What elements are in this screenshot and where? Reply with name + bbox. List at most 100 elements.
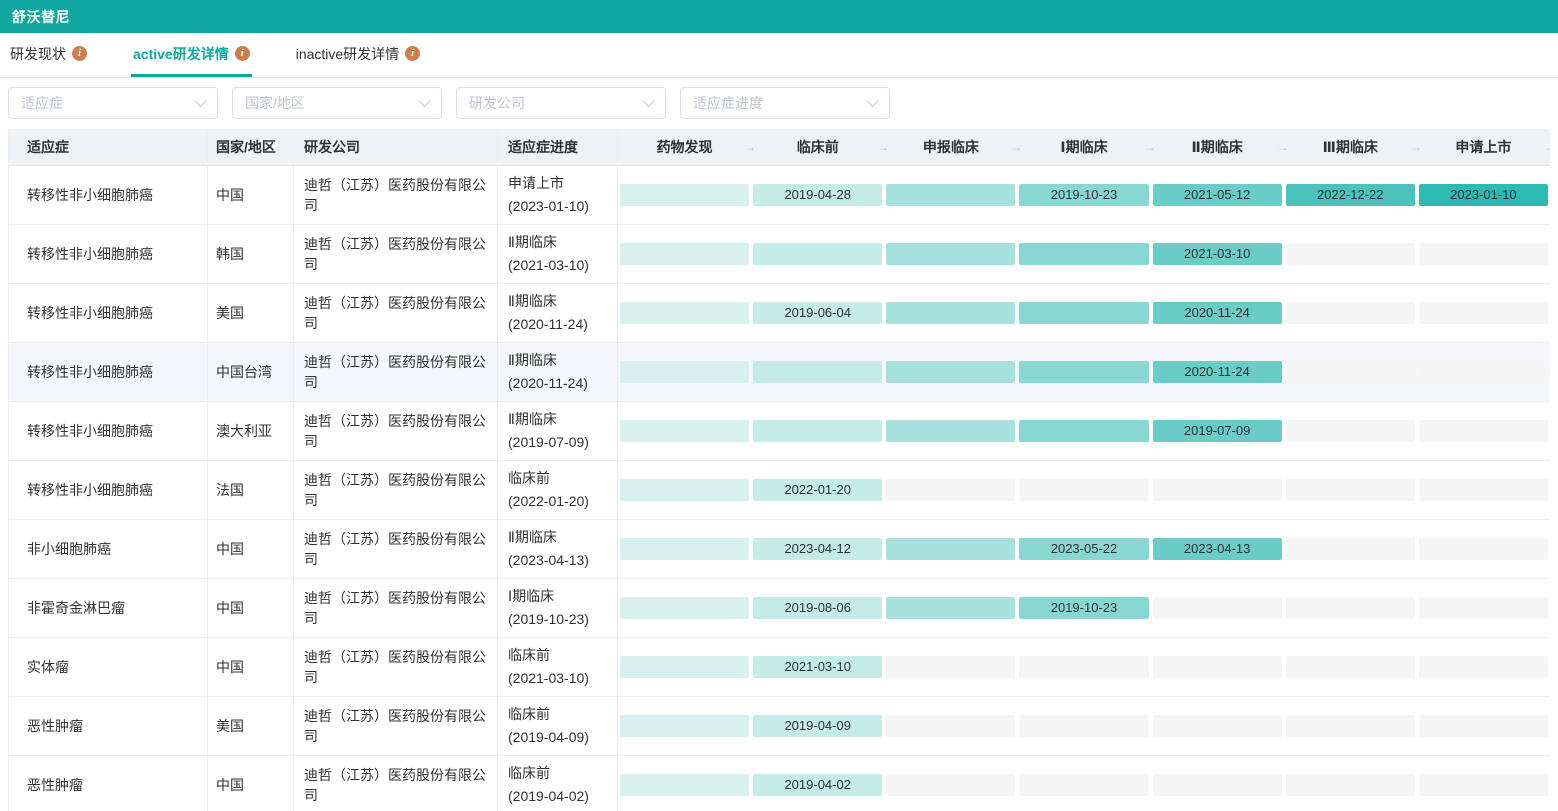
stage-bar-empty xyxy=(1419,361,1548,383)
stage-cell xyxy=(1417,243,1550,265)
status-cell: Ⅱ期临床(2023-04-13) xyxy=(498,520,618,578)
stage-cell xyxy=(1017,302,1150,324)
stage-bar: 2022-12-22 xyxy=(1286,184,1415,206)
table-row[interactable]: 恶性肿瘤中国迪哲（江苏）医药股份有限公司临床前(2019-04-02)2019-… xyxy=(9,756,1550,811)
stage-bar-group: 2019-04-02 xyxy=(618,756,1550,811)
stage-cell xyxy=(1417,479,1550,501)
filter-bar: 适应症国家/地区研发公司适应症进度 xyxy=(8,87,1558,119)
stage-bar xyxy=(620,479,749,501)
stage-cell: 2019-10-23 xyxy=(1017,597,1150,619)
stage-bar-empty xyxy=(1286,715,1415,737)
stage-cell xyxy=(618,361,751,383)
stage-cell: 2019-10-23 xyxy=(1017,184,1150,206)
stage-label: 临床前 xyxy=(797,137,839,157)
indication-cell: 非霍奇金淋巴瘤 xyxy=(9,579,208,637)
table-row[interactable]: 转移性非小细胞肺癌澳大利亚迪哲（江苏）医药股份有限公司Ⅱ期临床(2019-07-… xyxy=(9,402,1550,461)
indication-cell: 非小细胞肺癌 xyxy=(9,520,208,578)
tab-rd-status[interactable]: 研发现状 i xyxy=(8,33,89,77)
stage-bar-empty xyxy=(1419,774,1548,796)
stage-cell xyxy=(618,420,751,442)
table-row[interactable]: 实体瘤中国迪哲（江苏）医药股份有限公司临床前(2021-03-10)2021-0… xyxy=(9,638,1550,697)
company-cell: 迪哲（江苏）医药股份有限公司 xyxy=(294,579,498,637)
stage-header-group: 药物发现→临床前→申报临床→Ⅰ期临床→Ⅱ期临床→Ⅲ期临床→申请上市→ xyxy=(618,129,1550,165)
stage-cell xyxy=(618,656,751,678)
info-icon[interactable]: i xyxy=(72,46,87,61)
stage-bar-group: 2020-11-24 xyxy=(618,343,1550,401)
chevron-down-icon xyxy=(642,94,655,107)
status-text: 临床前(2021-03-10) xyxy=(508,644,589,690)
table-row[interactable]: 转移性非小细胞肺癌韩国迪哲（江苏）医药股份有限公司Ⅱ期临床(2021-03-10… xyxy=(9,225,1550,284)
status-text: Ⅱ期临床(2020-11-24) xyxy=(508,349,588,395)
table-row[interactable]: 转移性非小细胞肺癌法国迪哲（江苏）医药股份有限公司临床前(2022-01-20)… xyxy=(9,461,1550,520)
stage-bar xyxy=(1019,302,1148,324)
tab-active-rd-details[interactable]: active研发详情i xyxy=(131,33,252,77)
stage-bar: 2019-10-23 xyxy=(1019,597,1148,619)
stage-label: Ⅲ期临床 xyxy=(1323,137,1378,157)
stage-cell xyxy=(1284,715,1417,737)
info-icon[interactable]: i xyxy=(405,46,420,61)
stage-bar: 2021-03-10 xyxy=(753,656,882,678)
stage-cell xyxy=(1284,361,1417,383)
stage-bar: 2023-04-12 xyxy=(753,538,882,560)
indication-filter[interactable]: 适应症 xyxy=(8,87,218,119)
stage-bar xyxy=(886,302,1015,324)
company-cell: 迪哲（江苏）医药股份有限公司 xyxy=(294,343,498,401)
stage-cell: 2021-05-12 xyxy=(1151,184,1284,206)
tab-inactive-rd-details[interactable]: inactive研发详情i xyxy=(294,33,422,77)
stage-bar-empty xyxy=(1419,715,1548,737)
stage-cell: 2019-04-28 xyxy=(751,184,884,206)
info-icon[interactable]: i xyxy=(235,46,250,61)
region-cell: 中国台湾 xyxy=(208,343,294,401)
stage-bar-empty xyxy=(1019,774,1148,796)
stage-cell xyxy=(884,538,1017,560)
status-cell: Ⅱ期临床(2020-11-24) xyxy=(498,343,618,401)
stage-cell xyxy=(618,184,751,206)
stage-bar: 2019-04-28 xyxy=(753,184,882,206)
stage-cell xyxy=(618,302,751,324)
table-row[interactable]: 非霍奇金淋巴瘤中国迪哲（江苏）医药股份有限公司Ⅰ期临床(2019-10-23)2… xyxy=(9,579,1550,638)
drug-title: 舒沃替尼 xyxy=(12,7,70,27)
tab-label: 研发现状 xyxy=(10,44,66,64)
region-filter[interactable]: 国家/地区 xyxy=(232,87,442,119)
indication-cell: 转移性非小细胞肺癌 xyxy=(9,343,208,401)
status-text: Ⅱ期临床(2021-03-10) xyxy=(508,231,589,277)
indication-cell: 转移性非小细胞肺癌 xyxy=(9,461,208,519)
stage-cell xyxy=(884,597,1017,619)
stage-cell xyxy=(1417,538,1550,560)
stage-cell xyxy=(884,302,1017,324)
region-cell: 中国 xyxy=(208,579,294,637)
pipeline-table: 适应症国家/地区研发公司适应症进度药物发现→临床前→申报临床→Ⅰ期临床→Ⅱ期临床… xyxy=(8,129,1550,811)
status-cell: 临床前(2019-04-02) xyxy=(498,756,618,811)
table-row[interactable]: 非小细胞肺癌中国迪哲（江苏）医药股份有限公司Ⅱ期临床(2023-04-13)20… xyxy=(9,520,1550,579)
stage-header: 药物发现→ xyxy=(618,137,751,157)
stage-arrow-icon: → xyxy=(744,140,756,154)
table-row[interactable]: 转移性非小细胞肺癌中国迪哲（江苏）医药股份有限公司申请上市(2023-01-10… xyxy=(9,166,1550,225)
stage-bar-empty xyxy=(1153,774,1282,796)
table-row[interactable]: 转移性非小细胞肺癌美国迪哲（江苏）医药股份有限公司Ⅱ期临床(2020-11-24… xyxy=(9,284,1550,343)
stage-cell xyxy=(618,597,751,619)
stage-bar xyxy=(1019,361,1148,383)
stage-cell xyxy=(1284,656,1417,678)
stage-bar-empty xyxy=(886,656,1015,678)
table-row[interactable]: 恶性肿瘤美国迪哲（江苏）医药股份有限公司临床前(2019-04-09)2019-… xyxy=(9,697,1550,756)
stage-cell xyxy=(1284,479,1417,501)
stage-cell xyxy=(1284,597,1417,619)
stage-cell xyxy=(1017,774,1150,796)
stage-cell xyxy=(1284,774,1417,796)
progress-filter[interactable]: 适应症进度 xyxy=(680,87,890,119)
stage-cell: 2021-03-10 xyxy=(1151,243,1284,265)
stage-bar-group: 2019-08-062019-10-23 xyxy=(618,579,1550,637)
chevron-down-icon xyxy=(418,94,431,107)
status-cell: Ⅰ期临床(2019-10-23) xyxy=(498,579,618,637)
stage-bar-empty xyxy=(1019,715,1148,737)
stage-bar-empty xyxy=(886,715,1015,737)
chevron-down-icon xyxy=(194,94,207,107)
stage-bar-empty xyxy=(1419,538,1548,560)
stage-cell: 2022-01-20 xyxy=(751,479,884,501)
table-row[interactable]: 转移性非小细胞肺癌中国台湾迪哲（江苏）医药股份有限公司Ⅱ期临床(2020-11-… xyxy=(9,343,1550,402)
stage-arrow-icon: → xyxy=(1277,140,1289,154)
stage-cell xyxy=(1151,656,1284,678)
company-filter[interactable]: 研发公司 xyxy=(456,87,666,119)
region-cell: 韩国 xyxy=(208,225,294,283)
status-cell: 临床前(2019-04-09) xyxy=(498,697,618,755)
